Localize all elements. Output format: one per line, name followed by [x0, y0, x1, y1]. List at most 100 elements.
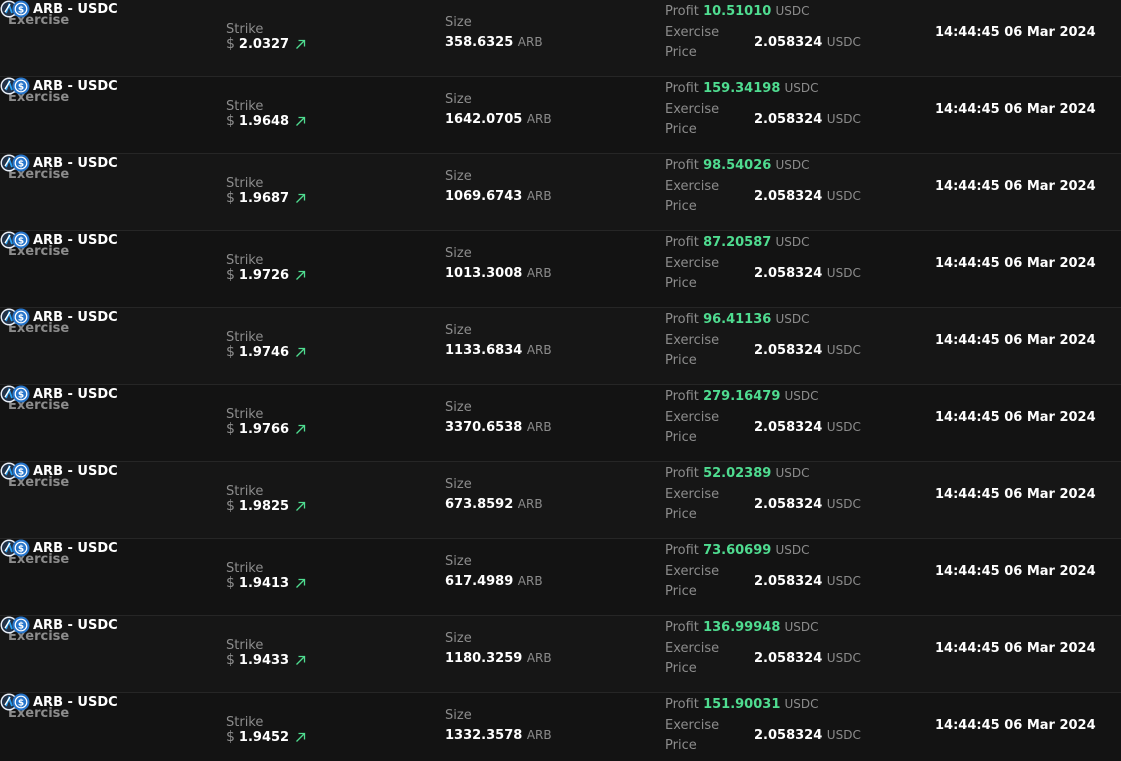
trade-row[interactable]: Exercise $ ARB - USDC Strike: [0, 539, 1121, 616]
exercise-price-unit: USDC: [826, 112, 861, 126]
exercise-price-label-line1: Exercise: [665, 102, 720, 117]
currency-symbol: $: [226, 344, 235, 360]
trade-row[interactable]: Exercise $ ARB - USDC Strike: [0, 616, 1121, 693]
size-amount: 1332.3578: [445, 728, 523, 743]
trading-pair: $ ARB - USDC: [0, 539, 1121, 557]
exercise-price-unit: USDC: [826, 497, 861, 511]
arb-usdc-coin-pair-icon: $: [0, 231, 30, 249]
trade-row[interactable]: Exercise $ ARB - USDC Strike: [0, 308, 1121, 385]
exercise-price-unit: USDC: [826, 189, 861, 203]
timestamp: 14:44:45 06 Mar 2024: [935, 641, 1096, 656]
trade-row[interactable]: Exercise $ ARB - USDC Strike: [0, 231, 1121, 308]
exercise-price-value: 2.058324 USDC: [754, 266, 861, 281]
trading-pair: $ ARB - USDC: [0, 693, 1121, 711]
svg-text:$: $: [18, 545, 24, 555]
strike-label: Strike: [226, 407, 264, 422]
size-value: 1069.6743 ARB: [445, 189, 552, 204]
trade-row[interactable]: Exercise $ ARB - USDC Strike: [0, 77, 1121, 154]
profit-line: Profit 73.60699 USDC: [665, 543, 810, 558]
strike-price: 1.9825: [238, 498, 290, 514]
exercise-price-label-line1: Exercise: [665, 718, 720, 733]
timestamp: 14:44:45 06 Mar 2024: [935, 25, 1096, 40]
currency-symbol: $: [226, 729, 235, 745]
profit-line: Profit 87.20587 USDC: [665, 235, 810, 250]
profit-line: Profit 136.99948 USDC: [665, 620, 819, 635]
strike-price: 1.9746: [238, 344, 290, 360]
profit-line: Profit 10.51010 USDC: [665, 4, 810, 19]
currency-symbol: $: [226, 652, 235, 668]
trading-pair: $ ARB - USDC: [0, 154, 1121, 172]
exercise-price-amount: 2.058324: [754, 420, 823, 435]
strike-value: $ 1.9413: [226, 575, 306, 591]
exercise-price-label-line1: Exercise: [665, 179, 720, 194]
size-unit: ARB: [526, 189, 552, 203]
size-value: 1642.0705 ARB: [445, 112, 552, 127]
exercise-price-amount: 2.058324: [754, 189, 823, 204]
svg-text:$: $: [18, 160, 24, 170]
size-unit: ARB: [526, 420, 552, 434]
exercise-price-value: 2.058324 USDC: [754, 189, 861, 204]
profit-line: Profit 96.41136 USDC: [665, 312, 810, 327]
strike-label: Strike: [226, 638, 264, 653]
arrow-up-right-icon: [295, 501, 306, 512]
size-value: 358.6325 ARB: [445, 35, 543, 50]
size-label: Size: [445, 246, 472, 261]
exercise-price-value: 2.058324 USDC: [754, 35, 861, 50]
size-value: 673.8592 ARB: [445, 497, 543, 512]
profit-amount: 159.34198: [703, 81, 781, 96]
size-label: Size: [445, 554, 472, 569]
exercise-price-value: 2.058324 USDC: [754, 112, 861, 127]
profit-label: Profit: [665, 620, 699, 635]
svg-text:$: $: [18, 699, 24, 709]
profit-amount: 151.90031: [703, 697, 781, 712]
exercise-price-label-line1: Exercise: [665, 25, 720, 40]
trade-row[interactable]: Exercise $ ARB - USDC Strike: [0, 385, 1121, 462]
strike-price: 1.9726: [238, 267, 290, 283]
exercise-price-label-line1: Exercise: [665, 410, 720, 425]
profit-label: Profit: [665, 466, 699, 481]
svg-text:$: $: [18, 237, 24, 247]
strike-value: $ 1.9452: [226, 729, 306, 745]
exercise-price-label-line1: Exercise: [665, 564, 720, 579]
profit-unit: USDC: [784, 697, 819, 711]
strike-value: $ 1.9766: [226, 421, 306, 437]
profit-unit: USDC: [784, 389, 819, 403]
exercise-price-label-line2: Price: [665, 122, 697, 137]
trading-pair: $ ARB - USDC: [0, 231, 1121, 249]
profit-label: Profit: [665, 697, 699, 712]
trade-history-list: Exercise $ ARB - USDC Strike $ 2.0327 Si…: [0, 0, 1121, 761]
exercise-price-amount: 2.058324: [754, 112, 823, 127]
trade-row[interactable]: Exercise $ ARB - USDC Strike: [0, 154, 1121, 231]
exercise-price-label-line2: Price: [665, 276, 697, 291]
profit-label: Profit: [665, 81, 699, 96]
strike-label: Strike: [226, 22, 264, 37]
exercise-price-unit: USDC: [826, 574, 861, 588]
profit-label: Profit: [665, 235, 699, 250]
trading-pair: $ ARB - USDC: [0, 385, 1121, 403]
trading-pair: $ ARB - USDC: [0, 308, 1121, 326]
exercise-price-label-line2: Price: [665, 507, 697, 522]
trade-row[interactable]: Exercise $ ARB - USDC Strike: [0, 462, 1121, 539]
exercise-price-unit: USDC: [826, 343, 861, 357]
exercise-price-label-line2: Price: [665, 584, 697, 599]
size-unit: ARB: [526, 651, 552, 665]
size-label: Size: [445, 631, 472, 646]
trade-row[interactable]: Exercise $ ARB - USDC Strike: [0, 693, 1121, 761]
strike-price: 1.9766: [238, 421, 290, 437]
strike-label: Strike: [226, 253, 264, 268]
profit-line: Profit 52.02389 USDC: [665, 466, 810, 481]
profit-amount: 96.41136: [703, 312, 772, 327]
exercise-price-value: 2.058324 USDC: [754, 728, 861, 743]
strike-price: 1.9648: [238, 113, 290, 129]
profit-unit: USDC: [775, 4, 810, 18]
size-label: Size: [445, 708, 472, 723]
strike-price: 1.9687: [238, 190, 290, 206]
exercise-price-label-line2: Price: [665, 661, 697, 676]
trade-row[interactable]: Exercise $ ARB - USDC Strike: [0, 0, 1121, 77]
size-amount: 1642.0705: [445, 112, 523, 127]
exercise-price-unit: USDC: [826, 35, 861, 49]
size-value: 1013.3008 ARB: [445, 266, 552, 281]
timestamp: 14:44:45 06 Mar 2024: [935, 102, 1096, 117]
currency-symbol: $: [226, 421, 235, 437]
svg-text:$: $: [18, 391, 24, 401]
